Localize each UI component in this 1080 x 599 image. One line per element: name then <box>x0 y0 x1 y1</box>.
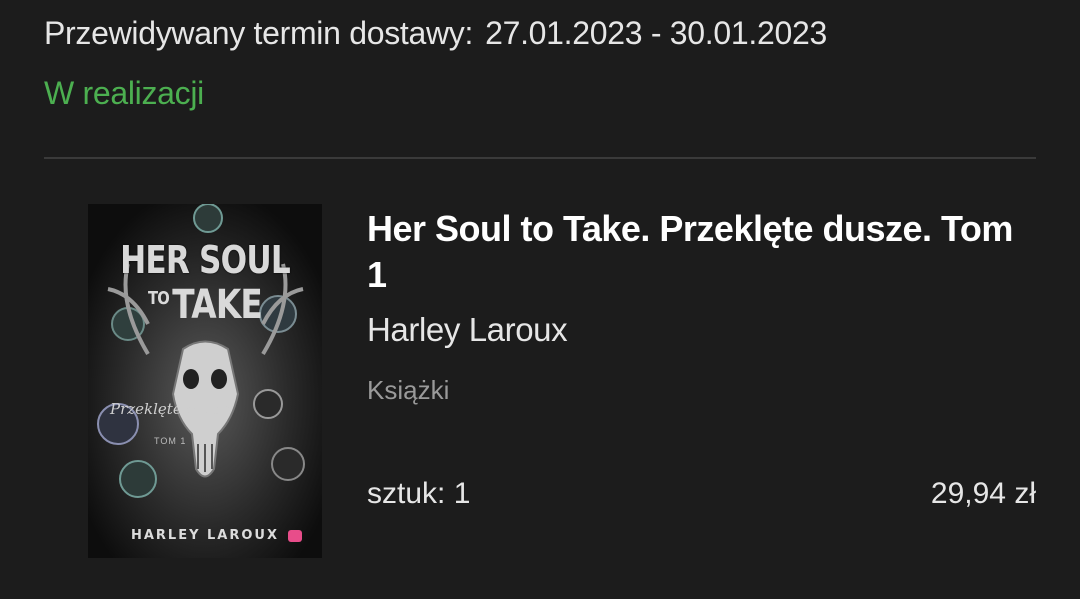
product-price: 29,94 zł <box>930 477 1036 510</box>
order-status: W realizacji <box>44 75 204 111</box>
delivery-estimate: Przewidywany termin dostawy: 27.01.2023 -… <box>44 12 827 54</box>
cover-title-small: TO <box>147 288 170 309</box>
product-category: Książki <box>367 375 450 405</box>
cover-title-line-2: TOTAKE <box>109 282 301 328</box>
cover-title-line-1: HER SOUL <box>120 238 291 282</box>
divider <box>44 157 1036 159</box>
cover-series: Przeklęte dusze <box>110 400 231 418</box>
order-item-page: Przewidywany termin dostawy: 27.01.2023 -… <box>0 0 1080 599</box>
delivery-date-range: 27.01.2023 - 30.01.2023 <box>485 15 827 51</box>
publisher-logo-icon <box>288 530 302 542</box>
product-author: Harley Laroux <box>367 311 568 348</box>
cover-tom: TOM 1 <box>154 436 187 446</box>
delivery-label: Przewidywany termin dostawy: <box>44 15 474 51</box>
product-quantity: sztuk: 1 <box>367 477 471 510</box>
cover-title-main: TAKE <box>172 282 263 328</box>
product-cover-image[interactable]: HER SOUL TOTAKE Przeklęte dusze TOM 1 HA… <box>88 204 322 558</box>
product-title[interactable]: Her Soul to Take. Przeklęte dusze. Tom 1 <box>367 206 1037 298</box>
cover-author: HARLEY LAROUX <box>130 528 280 543</box>
